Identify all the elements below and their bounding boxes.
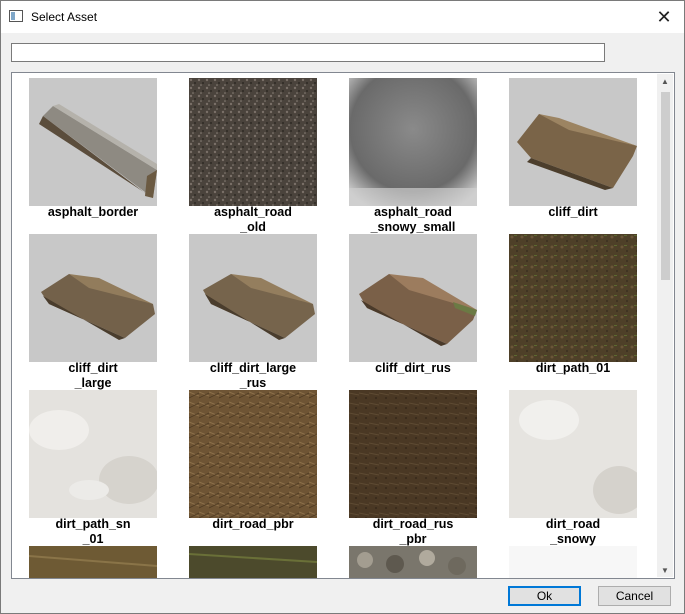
asset-tile[interactable] [509, 546, 637, 578]
asset-label: cliff_dirt_large _rus [209, 361, 297, 390]
ok-button[interactable]: Ok [508, 586, 581, 606]
scroll-down-arrow-icon[interactable]: ▼ [657, 563, 673, 577]
asset-label: cliff_dirt_rus [375, 361, 451, 375]
asset-thumbnail [29, 390, 157, 518]
window-app-icon [9, 10, 23, 22]
asset-thumbnail [29, 546, 157, 578]
asset-tile[interactable]: asphalt_road _snowy_small [349, 78, 477, 234]
asset-label: dirt_path_sn _01 [55, 517, 131, 546]
asset-label: cliff_dirt [548, 205, 598, 219]
asset-thumbnail [349, 234, 477, 362]
asset-tile[interactable]: cliff_dirt_large _rus [189, 234, 317, 390]
asset-thumbnail [189, 546, 317, 578]
asset-label: cliff_dirt _large [68, 361, 118, 390]
asset-tile[interactable]: dirt_road _snowy [509, 390, 637, 546]
asset-tile[interactable]: asphalt_border [29, 78, 157, 234]
close-icon[interactable]: ✕ [644, 1, 684, 33]
select-asset-dialog: Select Asset ✕ asphalt_border asphalt_ro… [0, 0, 685, 614]
asset-label: dirt_road_pbr [212, 517, 294, 531]
asset-tile[interactable]: dirt_road_rus _pbr [349, 390, 477, 546]
asset-label: asphalt_road _snowy_small [370, 205, 456, 234]
asset-tile[interactable]: cliff_dirt [509, 78, 637, 234]
window-title: Select Asset [31, 10, 98, 24]
asset-tile[interactable] [29, 546, 157, 578]
vertical-scrollbar[interactable]: ▲ ▼ [657, 74, 673, 577]
asset-thumbnail [509, 390, 637, 518]
asset-tile[interactable]: dirt_path_01 [509, 234, 637, 390]
asset-label: asphalt_border [47, 205, 139, 219]
asset-tile[interactable]: dirt_road_pbr [189, 390, 317, 546]
cancel-button[interactable]: Cancel [598, 586, 671, 606]
asset-tile[interactable]: dirt_path_sn _01 [29, 390, 157, 546]
asset-grid: asphalt_border asphalt_road _old asphalt… [11, 72, 675, 579]
asset-thumbnail [509, 78, 637, 206]
asset-thumbnail [509, 234, 637, 362]
asset-thumbnail [349, 390, 477, 518]
asset-label: dirt_path_01 [535, 361, 611, 375]
title-bar: Select Asset ✕ [1, 1, 684, 33]
asset-label: dirt_road_rus _pbr [372, 517, 454, 546]
asset-tile[interactable] [349, 546, 477, 578]
scrollbar-thumb[interactable] [661, 92, 670, 280]
asset-label: dirt_road _snowy [545, 517, 601, 546]
asset-tile[interactable] [189, 546, 317, 578]
asset-tile[interactable]: cliff_dirt _large [29, 234, 157, 390]
asset-thumbnail [189, 234, 317, 362]
asset-label: asphalt_road _old [214, 205, 292, 234]
asset-tile[interactable]: asphalt_road _old [189, 78, 317, 234]
asset-thumbnail [189, 78, 317, 206]
asset-thumbnail [29, 234, 157, 362]
asset-thumbnail [29, 78, 157, 206]
asset-thumbnail [189, 390, 317, 518]
asset-search-input[interactable] [11, 43, 605, 62]
asset-thumbnail [349, 78, 477, 206]
scroll-up-arrow-icon[interactable]: ▲ [657, 74, 673, 88]
asset-thumbnail [509, 546, 637, 578]
asset-tile[interactable]: cliff_dirt_rus [349, 234, 477, 390]
asset-thumbnail [349, 546, 477, 578]
